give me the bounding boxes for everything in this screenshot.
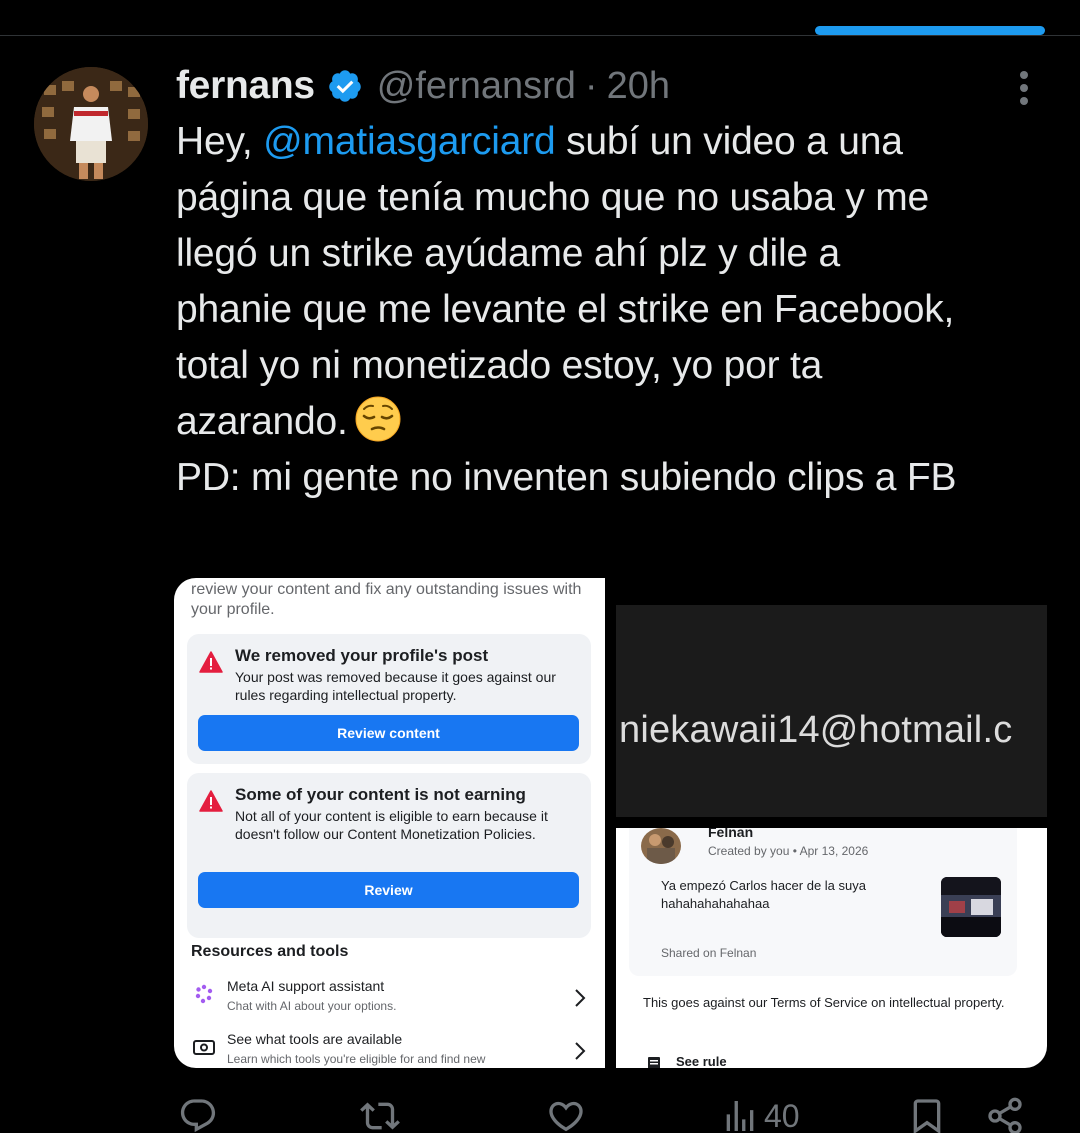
tweet-header: fernans @fernansrd · 20h [176, 62, 670, 110]
tweet-line: total yo ni monetizado estoy, yo por ta [176, 344, 823, 387]
see-rule-label: See rule [676, 1054, 727, 1068]
resource-item-meta-ai[interactable]: Meta AI support assistant Chat with AI a… [188, 978, 593, 1022]
author-handle[interactable]: @fernansrd [377, 65, 576, 108]
post-text: Ya empezó Carlos hacer de la suya hahaha… [661, 878, 866, 911]
pensive-face-icon [355, 396, 401, 442]
resource-item-tools[interactable]: See what tools are available Learn which… [188, 1031, 593, 1068]
share-button[interactable] [985, 1096, 1025, 1133]
chevron-right-icon [575, 1042, 586, 1060]
tweet-actions: 40 [0, 1096, 1080, 1133]
card-title: We removed your profile's post [235, 646, 489, 665]
mention-link[interactable]: @matiasgarciard [263, 120, 556, 163]
tweet-line: phanie que me levante el strike en Faceb… [176, 288, 955, 331]
email-text: niekawaii14@hotmail.c [619, 709, 1013, 751]
review-button[interactable]: Review [198, 872, 579, 908]
card-body: Your post was removed because it goes ag… [235, 669, 556, 703]
author-avatar[interactable] [34, 67, 148, 181]
heart-icon [549, 1101, 583, 1132]
tweet-line: PD: mi gente no inventen subiendo clips … [176, 456, 957, 499]
views-button[interactable]: 40 [720, 1096, 800, 1133]
review-content-button[interactable]: Review content [198, 715, 579, 751]
retweet-icon [360, 1102, 400, 1130]
reply-button[interactable] [178, 1096, 218, 1133]
warning-icon [199, 790, 223, 812]
tweet-line: azarando. [176, 394, 1056, 450]
post-author-name: Felnan [708, 828, 754, 840]
tweet-line: página que tenía mucho que no usaba y me [176, 176, 930, 219]
resource-subtitle: Chat with AI about your options. [227, 999, 397, 1013]
media-image-email[interactable]: niekawaii14@hotmail.c [616, 605, 1047, 817]
top-divider [0, 35, 1080, 36]
views-icon [726, 1101, 754, 1131]
post-avatar [641, 828, 681, 864]
resource-title: Meta AI support assistant [227, 978, 385, 994]
removed-post-card: We removed your profile's post Your post… [187, 634, 591, 764]
resources-heading: Resources and tools [191, 943, 349, 960]
bookmark-button[interactable] [907, 1096, 947, 1133]
scroll-indicator[interactable] [815, 26, 1045, 35]
fb-intro-text: review your content and fix any outstand… [191, 581, 582, 618]
like-button[interactable] [546, 1096, 586, 1133]
verified-badge-icon[interactable] [327, 68, 363, 104]
warning-icon [199, 651, 223, 673]
tweet-timestamp[interactable]: 20h [607, 65, 670, 108]
views-count: 40 [764, 1097, 800, 1133]
removed-post-preview: Felnan Created by you • Apr 13, 2026 Ya … [629, 828, 1017, 976]
share-icon [988, 1097, 1022, 1133]
header-separator: · [584, 64, 598, 107]
tweet-text: Hey, @matiasgarciard subí un video a una… [176, 114, 1056, 506]
chevron-right-icon [575, 989, 586, 1007]
meta-ai-icon [195, 984, 213, 1004]
card-title: Some of your content is not earning [235, 785, 526, 804]
resource-subtitle: Learn which tools you're eligible for an… [227, 1052, 486, 1066]
resource-title: See what tools are available [227, 1031, 403, 1047]
author-name[interactable]: fernans [176, 64, 315, 108]
media-image-notifications[interactable]: review your content and fix any outstand… [174, 578, 605, 1068]
retweet-button[interactable] [360, 1096, 400, 1133]
post-thumbnail [941, 877, 1001, 937]
tweet-line: llegó un strike ayúdame ahí plz y dile a [176, 232, 841, 275]
not-earning-card: Some of your content is not earning Not … [187, 773, 591, 938]
post-meta: Created by you • Apr 13, 2026 [708, 844, 869, 858]
tweet-line: Hey, @matiasgarciard subí un video a una [176, 120, 903, 163]
card-body: Not all of your content is eligible to e… [235, 808, 548, 842]
post-shared-on: Shared on Felnan [661, 946, 757, 960]
see-rule-row[interactable]: See rule [646, 1054, 1016, 1068]
reply-icon [180, 1099, 216, 1133]
bookmark-icon [913, 1099, 941, 1133]
media-image-removed-post[interactable]: Felnan Created by you • Apr 13, 2026 Ya … [616, 828, 1047, 1068]
money-icon [193, 1040, 215, 1055]
more-options-icon[interactable] [1008, 68, 1040, 108]
document-icon [648, 1057, 660, 1068]
tos-text: This goes against our Terms of Service o… [643, 995, 1005, 1010]
media-grid[interactable]: review your content and fix any outstand… [174, 578, 1047, 1068]
